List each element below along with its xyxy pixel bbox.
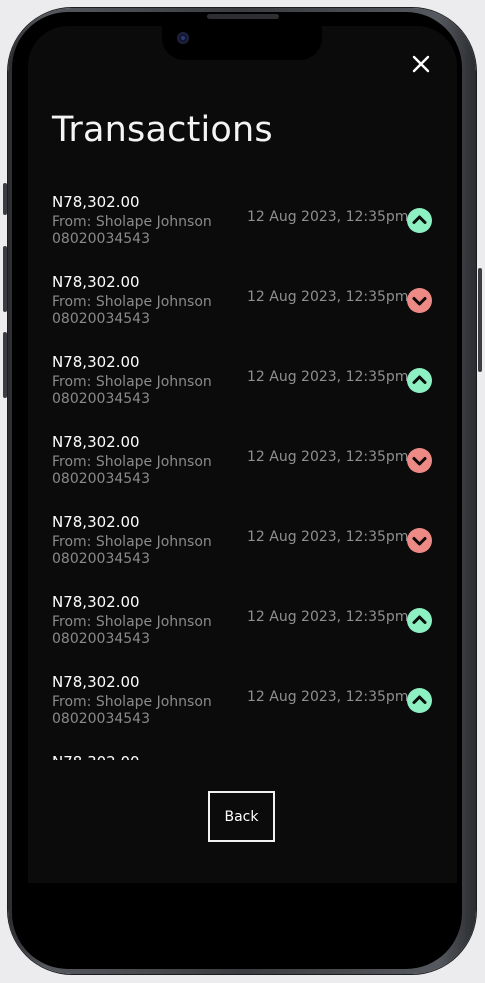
back-button[interactable]: Back bbox=[208, 791, 275, 842]
transaction-phone: 08020034543 bbox=[52, 311, 150, 327]
transaction-phone: 08020034543 bbox=[52, 631, 150, 647]
chevron-down-icon bbox=[407, 448, 432, 473]
transaction-date: 12 Aug 2023, 12:35pm bbox=[247, 289, 409, 305]
transaction-phone: 08020034543 bbox=[52, 231, 150, 247]
chevron-down-icon bbox=[407, 528, 432, 553]
transaction-amount: N78,302.00 bbox=[52, 753, 140, 760]
transaction-date: 12 Aug 2023, 12:35pm bbox=[247, 449, 409, 465]
transaction-sender: From: Sholape Johnson bbox=[52, 214, 212, 230]
transaction-sender: From: Sholape Johnson bbox=[52, 374, 212, 390]
transaction-phone: 08020034543 bbox=[52, 711, 150, 727]
side-button-silent bbox=[3, 183, 7, 215]
transaction-list[interactable]: N78,302.00 From: Sholape Johnson 080200345… bbox=[52, 190, 442, 760]
transaction-date: 12 Aug 2023, 12:35pm bbox=[247, 209, 409, 225]
transaction-row[interactable]: N78,302.00 From: Sholape Johnson 080200345… bbox=[52, 190, 442, 270]
transaction-date: 12 Aug 2023, 12:35pm bbox=[247, 529, 409, 545]
close-icon bbox=[412, 55, 430, 73]
side-button-volume-up bbox=[3, 246, 7, 312]
close-button[interactable] bbox=[409, 52, 433, 76]
transaction-row[interactable]: N78,302.00 From: Sholape Johnson 080200345… bbox=[52, 670, 442, 750]
chevron-up-icon bbox=[407, 208, 432, 233]
speaker-grille bbox=[207, 14, 279, 19]
transaction-row[interactable]: N78,302.00 From: Sholape Johnson 080200345… bbox=[52, 350, 442, 430]
transaction-date: 12 Aug 2023, 12:35pm bbox=[247, 369, 409, 385]
transaction-sender: From: Sholape Johnson bbox=[52, 614, 212, 630]
chevron-up-icon bbox=[407, 368, 432, 393]
transaction-phone: 08020034543 bbox=[52, 391, 150, 407]
transaction-sender: From: Sholape Johnson bbox=[52, 534, 212, 550]
transaction-phone: 08020034543 bbox=[52, 471, 150, 487]
transaction-row[interactable]: N78,302.00 From: Sholape Johnson 080200345… bbox=[52, 270, 442, 350]
transaction-amount: N78,302.00 bbox=[52, 593, 140, 611]
transaction-sender: From: Sholape Johnson bbox=[52, 454, 212, 470]
side-button-volume-down bbox=[3, 332, 7, 398]
transaction-amount: N78,302.00 bbox=[52, 513, 140, 531]
front-camera bbox=[177, 32, 189, 44]
transaction-row[interactable]: N78,302.00 From: Sholape Johnson 080200345… bbox=[52, 430, 442, 510]
chevron-down-icon bbox=[407, 288, 432, 313]
transaction-row[interactable]: N78,302.00 From: Sholape Johnson 080200345… bbox=[52, 590, 442, 670]
transaction-row[interactable]: N78,302.00 bbox=[52, 750, 442, 760]
side-button-power bbox=[478, 268, 482, 372]
transaction-row[interactable]: N78,302.00 From: Sholape Johnson 080200345… bbox=[52, 510, 442, 590]
chevron-up-icon bbox=[407, 608, 432, 633]
transaction-sender: From: Sholape Johnson bbox=[52, 694, 212, 710]
transaction-amount: N78,302.00 bbox=[52, 273, 140, 291]
chevron-up-icon bbox=[407, 688, 432, 713]
transaction-amount: N78,302.00 bbox=[52, 673, 140, 691]
transaction-phone: 08020034543 bbox=[52, 551, 150, 567]
transaction-sender: From: Sholape Johnson bbox=[52, 294, 212, 310]
transaction-amount: N78,302.00 bbox=[52, 353, 140, 371]
transaction-date: 12 Aug 2023, 12:35pm bbox=[247, 689, 409, 705]
transaction-date: 12 Aug 2023, 12:35pm bbox=[247, 609, 409, 625]
transaction-amount: N78,302.00 bbox=[52, 433, 140, 451]
page-title: Transactions bbox=[52, 110, 273, 150]
transaction-amount: N78,302.00 bbox=[52, 193, 140, 211]
